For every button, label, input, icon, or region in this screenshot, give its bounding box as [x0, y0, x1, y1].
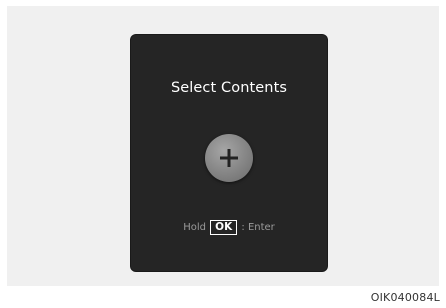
- ok-key-label: OK: [210, 220, 238, 235]
- enter-hint: Hold OK : Enter: [131, 220, 327, 235]
- screen-title: Select Contents: [170, 80, 288, 96]
- hint-suffix: : Enter: [241, 222, 275, 233]
- plus-icon: [220, 149, 238, 167]
- hint-prefix: Hold: [183, 222, 206, 233]
- figure: Select Contents Hold OK : Enter OIK04008…: [0, 0, 446, 308]
- figure-code: OIK040084L: [370, 291, 440, 304]
- display-screen: Select Contents Hold OK : Enter: [131, 35, 327, 271]
- add-content-button[interactable]: [205, 134, 253, 182]
